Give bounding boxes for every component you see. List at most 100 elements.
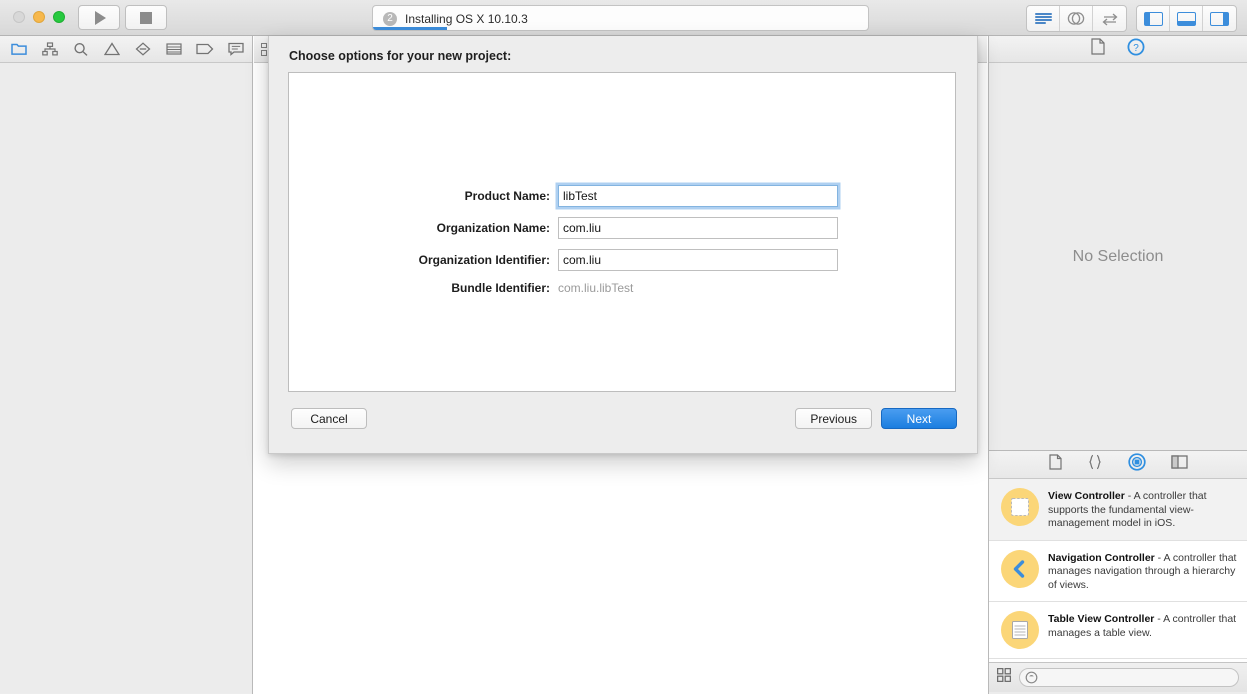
debug-panel-icon [1176,11,1196,26]
bundle-identifier-label: Bundle Identifier: [451,281,550,295]
toggle-utilities-button[interactable] [1203,6,1236,31]
standard-editor-icon [1034,13,1052,24]
standard-editor-button[interactable] [1027,6,1060,31]
form-row-product-name: Product Name: [289,185,957,207]
project-options-form: Product Name: Organization Name: Organiz… [289,185,957,305]
tab-file-template-library[interactable] [1048,454,1062,475]
tab-media-library[interactable] [1170,455,1188,474]
list-item-title: Navigation Controller [1048,551,1155,564]
toggle-navigator-button[interactable] [1137,6,1170,31]
object-circle-icon [1127,453,1146,471]
folder-icon [11,43,27,55]
tab-object-library[interactable] [1127,453,1146,476]
document-icon [1091,38,1105,55]
list-item[interactable]: View Controller - A controller that supp… [989,479,1247,541]
form-row-organization-name: Organization Name: [289,217,957,239]
diamond-icon [135,42,151,56]
utilities-area: ? No Selection View Controller - A contr… [988,36,1247,694]
sidebar-item-symbol-navigator[interactable] [41,40,59,58]
close-window-button[interactable] [13,11,25,23]
minimize-window-button[interactable] [33,11,45,23]
no-selection-label: No Selection [1072,247,1164,265]
tab-quick-help-inspector[interactable]: ? [1127,38,1145,61]
sidebar-item-project-navigator[interactable] [10,40,28,58]
status-badge: 2 [383,12,397,26]
tab-code-snippet-library[interactable] [1087,454,1103,475]
library-search-input[interactable] [1019,668,1239,687]
speech-bubble-icon [228,42,244,56]
sidebar-item-issue-navigator[interactable] [103,40,121,58]
list-icon [166,43,182,55]
search-icon [1025,671,1038,684]
sidebar-item-debug-navigator[interactable] [165,40,183,58]
object-library-list[interactable]: View Controller - A controller that supp… [989,479,1247,662]
sheet-body: Product Name: Organization Name: Organiz… [288,72,956,392]
sidebar-item-breakpoint-navigator[interactable] [196,40,214,58]
view-controller-icon [1001,488,1039,526]
version-editor-button[interactable] [1093,6,1126,31]
list-item[interactable]: Table View Controller - A controller tha… [989,602,1247,659]
status-text: Installing OS X 10.10.3 [405,12,528,26]
version-editor-icon [1102,13,1117,25]
next-button[interactable]: Next [881,408,957,429]
list-item-label: Table View Controller - A controller tha… [1048,611,1237,640]
play-icon [95,10,106,25]
navigator-tab-bar [0,36,252,63]
zoom-window-button[interactable] [53,11,65,23]
editor-mode-segment [1026,5,1127,32]
sheet-button-bar: Cancel Previous Next [269,408,979,429]
organization-name-input[interactable] [558,217,838,239]
xcode-window: 2 Installing OS X 10.10.3 ? No Selection… [0,0,1247,694]
list-item[interactable]: Navigation Controller - A controller tha… [989,541,1247,602]
organization-identifier-label: Organization Identifier: [418,253,550,267]
navigator-content [0,63,252,693]
view-toggle-segment [1136,5,1237,32]
hierarchy-icon [42,42,58,56]
list-item-title: Table View Controller [1048,613,1155,625]
assistant-editor-button[interactable] [1060,6,1093,31]
tab-file-inspector[interactable] [1091,38,1105,60]
help-circle-icon: ? [1127,38,1145,55]
assistant-editor-icon [1067,12,1085,25]
new-project-options-sheet: Choose options for your new project: Pro… [268,36,978,454]
navigator-panel-icon [1143,11,1163,26]
previous-button[interactable]: Previous [795,408,872,429]
form-row-organization-identifier: Organization Identifier: [289,249,957,271]
media-panel-icon [1170,455,1188,469]
navigation-controller-icon [1001,549,1039,588]
toggle-debug-area-button[interactable] [1170,6,1203,31]
stop-button[interactable] [125,5,167,30]
product-name-label: Product Name: [464,189,550,203]
list-item-title: View Controller [1048,490,1125,502]
title-bar: 2 Installing OS X 10.10.3 [0,0,1247,36]
grid-view-icon[interactable] [996,667,1012,687]
activity-status-bar[interactable]: 2 Installing OS X 10.10.3 [372,5,869,31]
table-view-controller-icon [1001,611,1039,649]
progress-track [373,27,868,30]
document-icon [1048,454,1062,470]
stop-square-icon [140,11,152,24]
sidebar-item-find-navigator[interactable] [72,40,90,58]
sidebar-item-report-navigator[interactable] [227,40,245,58]
cancel-button[interactable]: Cancel [291,408,367,429]
run-button[interactable] [78,5,120,30]
bundle-identifier-value: com.liu.libTest [558,281,634,295]
tag-icon [196,43,214,55]
utilities-panel-icon [1210,11,1229,26]
organization-name-label: Organization Name: [436,221,550,235]
navigator-area [0,36,253,694]
inspector-tab-bar: ? [989,36,1247,63]
form-row-bundle-identifier: Bundle Identifier: com.liu.libTest [289,281,957,295]
progress-fill [373,27,448,30]
library-tab-bar [989,451,1247,479]
right-toolbar [1026,5,1237,32]
traffic-lights [13,11,65,23]
sidebar-item-test-navigator[interactable] [134,40,152,58]
list-item-label: View Controller - A controller that supp… [1048,488,1237,531]
product-name-input[interactable] [558,185,838,207]
braces-icon [1088,454,1101,470]
organization-identifier-input[interactable] [558,249,838,271]
svg-text:?: ? [1133,43,1139,54]
inspector-content: No Selection [989,63,1247,451]
list-item-label: Navigation Controller - A controller tha… [1048,550,1237,593]
